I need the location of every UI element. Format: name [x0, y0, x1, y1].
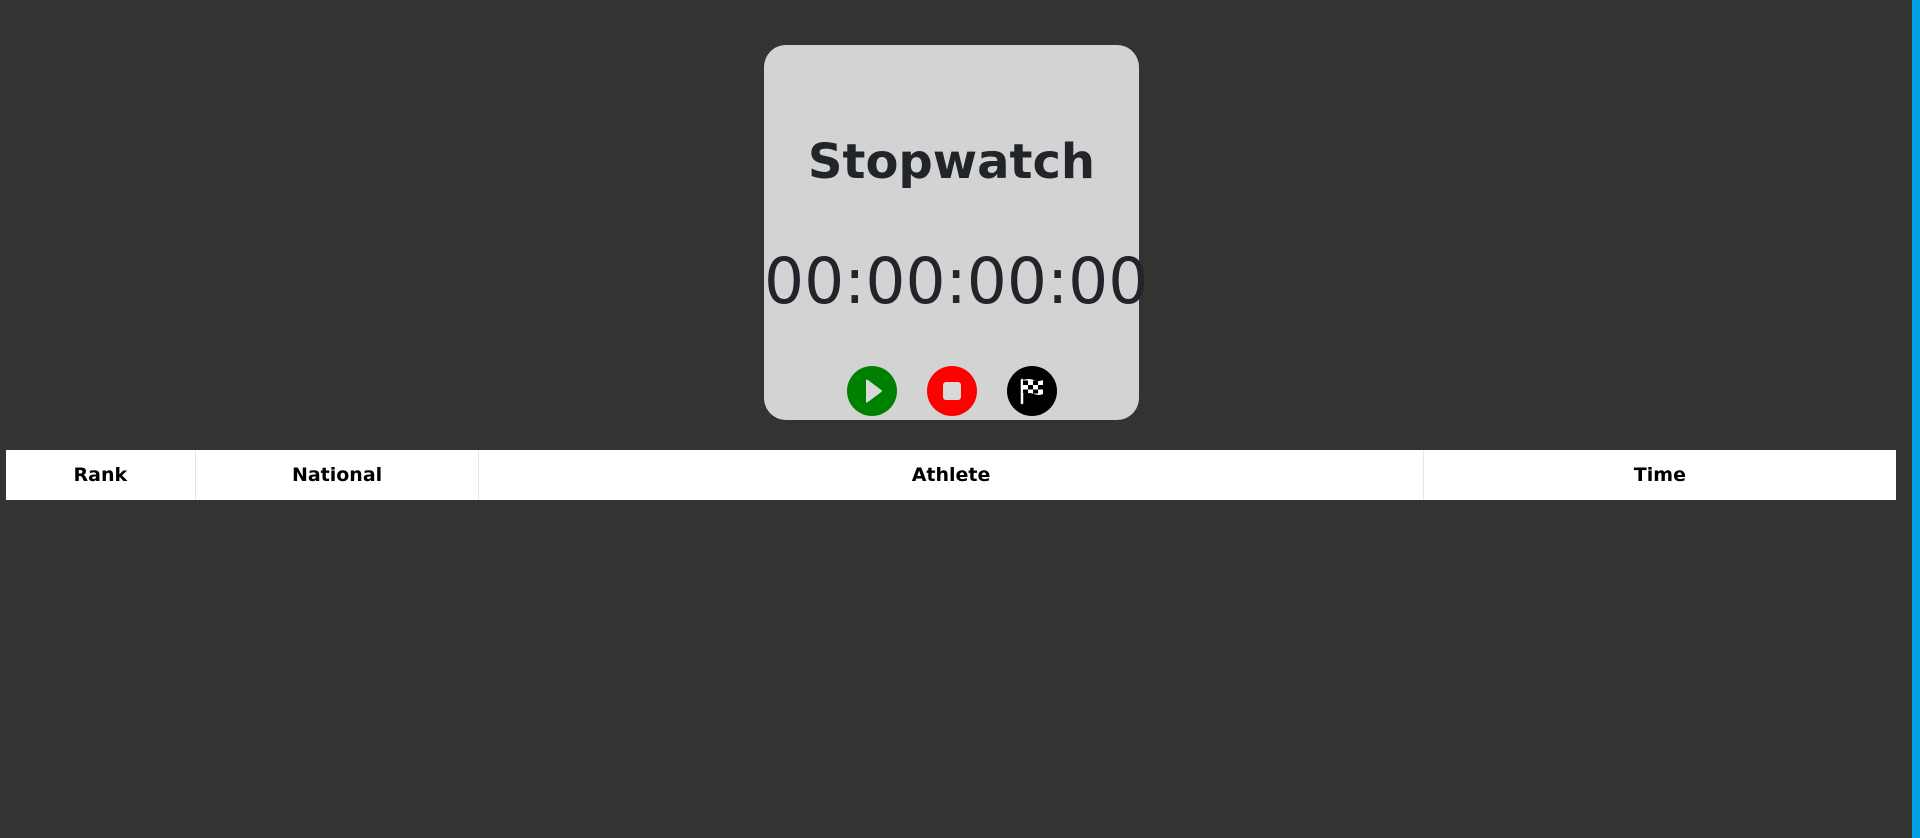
scrollbar[interactable]	[1912, 0, 1920, 838]
column-header-rank: Rank	[6, 450, 196, 500]
results-table: Rank National Athlete Time	[6, 450, 1896, 500]
lap-button[interactable]	[1006, 366, 1057, 416]
timer-display: 00:00:00:00	[764, 245, 1149, 318]
column-header-time: Time	[1633, 464, 1686, 486]
table-header-row: Rank National Athlete Time	[6, 450, 1896, 500]
stopwatch-controls	[764, 366, 1139, 416]
start-button[interactable]	[846, 366, 897, 416]
play-icon	[865, 379, 882, 403]
checkered-flag-icon	[1020, 378, 1043, 405]
column-header-national: National	[195, 450, 480, 500]
results-table-header: Rank National Athlete Time	[6, 450, 1896, 500]
stopwatch-card: Stopwatch 00:00:00:00	[764, 45, 1149, 420]
stop-icon	[942, 382, 961, 400]
stop-button[interactable]	[926, 366, 977, 416]
page: Stopwatch 00:00:00:00 Rank National Athl…	[0, 0, 1920, 838]
stopwatch-title: Stopwatch	[807, 134, 1096, 190]
column-header-athlete: Athlete	[478, 450, 1424, 500]
